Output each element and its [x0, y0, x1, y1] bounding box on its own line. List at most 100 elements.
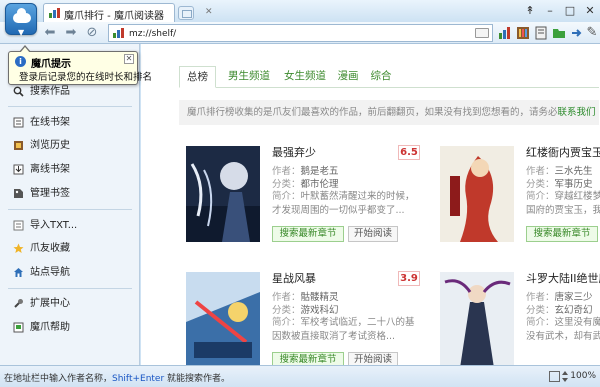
- sidebar: 搜索作品 在线书架 浏览历史 离线书架 管理书签 导入TXT... 爪友收藏 站…: [0, 44, 140, 365]
- pin-icon[interactable]: ↟: [524, 5, 536, 17]
- book-author: 作者：骷髅精灵: [272, 292, 339, 303]
- book-icon[interactable]: [534, 26, 548, 40]
- book-summary: 简介：穿越红楼梦的世界，成了荣国府的贾宝玉，我...: [526, 191, 600, 216]
- sidebar-item-offline-shelf[interactable]: 离线书架: [0, 159, 139, 181]
- start-reading-button[interactable]: 开始阅读: [348, 352, 398, 365]
- sidebar-item-import-txt[interactable]: 导入TXT...: [0, 215, 139, 237]
- forward-button[interactable]: ➡: [63, 25, 79, 41]
- reader-mode-icon[interactable]: [475, 28, 489, 38]
- status-text: 在地址栏中输入作者名称，Shift+Enter 就能搜索作者。: [4, 374, 231, 384]
- history-icon: [14, 141, 23, 150]
- tooltip-body: 登录后记录您的在线时长和排名: [19, 72, 153, 83]
- sidebar-item-label: 魔爪帮助: [30, 322, 70, 333]
- folder-icon[interactable]: [552, 26, 566, 40]
- search-latest-chapter-button[interactable]: 搜索最新章节: [272, 352, 344, 365]
- book-summary: 简介：叶默蓄然清醒过来的时候，才发现周围的一切似乎都变了...: [272, 191, 415, 216]
- sidebar-item-online-shelf[interactable]: 在线书架: [0, 112, 139, 134]
- book-author: 作者：唐家三少: [526, 292, 593, 303]
- chevron-down-icon: ▼: [18, 28, 25, 37]
- book-title[interactable]: 红楼衙内贾宝玉: [526, 144, 600, 160]
- category-tabs: 总榜 男生频道 女生频道 漫画 综合: [179, 66, 599, 88]
- intro-text: 魔爪排行榜收集的是爪友们最喜欢的作品，前后翻翻页，如果没有找到您想看的，请务必: [187, 107, 558, 118]
- book-summary: 简介：军校考试临近，二十八的基因数被直接取消了考试资格...: [272, 317, 415, 342]
- login-tooltip: i 魔爪提示 ✕ 登录后记录您的在线时长和排名: [8, 45, 152, 85]
- bookshelf-icon[interactable]: [516, 26, 530, 40]
- sidebar-item-site-nav[interactable]: 站点导航: [0, 262, 139, 284]
- arrow-icon[interactable]: [570, 26, 584, 40]
- book-author: 作者：鹅是老五: [272, 166, 339, 177]
- zoom-level[interactable]: 100%: [570, 371, 596, 381]
- new-tab-button[interactable]: [178, 6, 194, 20]
- book-category: 分类：军事历史: [526, 179, 593, 190]
- divider: [8, 106, 132, 107]
- rating-badge: 3.9: [398, 271, 420, 286]
- book-cover[interactable]: [440, 272, 514, 365]
- book-summary: 简介：这里没有魔法，没有斗气，没有武术，却有武魂...: [526, 317, 600, 342]
- ranking-icon: [113, 28, 124, 38]
- tab-male[interactable]: 男生频道: [223, 66, 275, 88]
- toolbar: ⬅ ➡ ⊘ mz://shelf/ ✎: [0, 22, 600, 44]
- close-icon[interactable]: ✕: [124, 54, 134, 64]
- star-icon: [13, 243, 24, 253]
- tab-title: 魔爪排行 - 魔爪阅读器: [64, 11, 164, 22]
- book-title[interactable]: 最强弃少: [272, 144, 316, 160]
- sidebar-item-label: 管理书签: [30, 188, 70, 199]
- ranking-content: 总榜 男生频道 女生频道 漫画 综合 魔爪排行榜收集的是爪友们最喜欢的作品，前后…: [141, 44, 600, 365]
- status-bar: 在地址栏中输入作者名称，Shift+Enter 就能搜索作者。 100%: [0, 365, 600, 387]
- search-latest-chapter-button[interactable]: 搜索最新章节: [272, 226, 344, 242]
- tab-female[interactable]: 女生频道: [279, 66, 331, 88]
- bookmark-icon: [14, 189, 23, 198]
- book-cover[interactable]: [186, 272, 260, 365]
- address-input[interactable]: [129, 27, 459, 40]
- maximize-button[interactable]: □: [564, 5, 576, 17]
- close-tab-icon[interactable]: ✕: [205, 7, 213, 17]
- reader-window: 魔爪排行 - 魔爪阅读器 ✕ ↟ – □ ✕ ▼ ⬅ ➡ ⊘ mz://shel…: [0, 0, 600, 387]
- ranking-icon[interactable]: [498, 26, 512, 40]
- divider: [8, 209, 132, 210]
- sidebar-item-label: 站点导航: [30, 267, 70, 278]
- book-cover[interactable]: [440, 146, 514, 242]
- zoom-icon[interactable]: [562, 371, 568, 382]
- title-bar: 魔爪排行 - 魔爪阅读器 ✕ ↟ – □ ✕: [0, 0, 600, 22]
- close-button[interactable]: ✕: [584, 5, 596, 17]
- tab-comics[interactable]: 漫画: [334, 66, 362, 88]
- home-icon: [14, 268, 23, 277]
- import-icon: [13, 220, 24, 231]
- stop-button[interactable]: ⊘: [84, 25, 100, 41]
- sidebar-item-bookmarks[interactable]: 管理书签: [0, 183, 139, 205]
- sidebar-item-label: 导入TXT...: [30, 220, 78, 231]
- wrench-icon: [14, 299, 23, 308]
- minimize-button[interactable]: –: [544, 5, 556, 17]
- book-title[interactable]: 星战风暴: [272, 270, 316, 286]
- fullscreen-icon[interactable]: [549, 371, 560, 382]
- start-reading-button[interactable]: 开始阅读: [348, 226, 398, 242]
- search-latest-chapter-button[interactable]: 搜索最新章节: [526, 226, 598, 242]
- app-menu-button[interactable]: ▼: [5, 3, 37, 37]
- sidebar-item-label: 浏览历史: [30, 140, 70, 151]
- sidebar-item-favorites[interactable]: 爪友收藏: [0, 238, 139, 260]
- book-cover[interactable]: [186, 146, 260, 242]
- sidebar-item-help[interactable]: 魔爪帮助: [0, 317, 139, 339]
- book-card: 红楼衙内贾宝玉 作者：三水先生 分类：军事历史 简介：穿越红楼梦的世界，成了荣国…: [440, 146, 600, 246]
- book-title[interactable]: 斗罗大陆II绝世唐门: [526, 270, 600, 286]
- book-icon: [13, 117, 24, 128]
- tab-general[interactable]: 综合: [367, 66, 395, 88]
- book-category: 分类：都市伦理: [272, 179, 339, 190]
- sidebar-item-label: 离线书架: [30, 164, 70, 175]
- contact-link[interactable]: 联系我们: [558, 107, 596, 118]
- settings-icon[interactable]: ✎: [584, 25, 600, 41]
- tab-overall[interactable]: 总榜: [179, 66, 216, 88]
- sidebar-item-history[interactable]: 浏览历史: [0, 135, 139, 157]
- sidebar-item-extensions[interactable]: 扩展中心: [0, 293, 139, 315]
- download-icon: [13, 164, 24, 175]
- sidebar-item-label: 在线书架: [30, 117, 70, 128]
- search-icon: [13, 86, 24, 97]
- window-controls: ↟ – □ ✕: [524, 3, 596, 19]
- intro-banner: 魔爪排行榜收集的是爪友们最喜欢的作品，前后翻翻页，如果没有找到您想看的，请务必联…: [179, 100, 599, 125]
- book-card: 星战风暴 3.9 作者：骷髅精灵 分类：游戏科幻 简介：军校考试临近，二十八的基…: [186, 270, 436, 365]
- book-card: 最强弃少 6.5 作者：鹅是老五 分类：都市伦理 简介：叶默蓄然清醒过来的时候，…: [186, 144, 436, 246]
- rating-badge: 6.5: [398, 145, 420, 160]
- cloud-icon: [13, 8, 31, 23]
- back-button[interactable]: ⬅: [42, 25, 58, 41]
- tab-ranking[interactable]: 魔爪排行 - 魔爪阅读器 ✕: [43, 3, 213, 22]
